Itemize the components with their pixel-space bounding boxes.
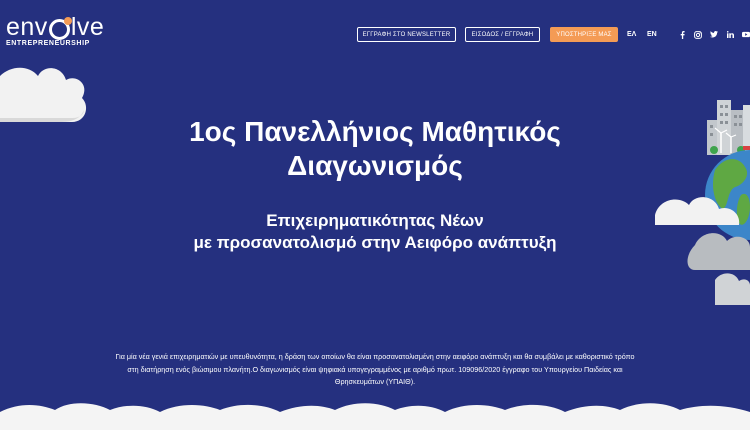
support-us-button[interactable]: ΥΠΟΣΤΗΡΙΞΕ ΜΑΣ — [550, 27, 618, 42]
hero-description: Για μία νέα γενιά επιχειρηματιών με υπευ… — [115, 352, 635, 386]
hero-title-line-1: 1ος Πανελλήνιος Μαθητικός — [189, 116, 561, 147]
login-register-button[interactable]: ΕΙΣΟΔΟΣ / ΕΓΓΡΑΦΗ — [465, 27, 540, 42]
instagram-icon[interactable] — [694, 30, 702, 39]
language-el-link[interactable]: ΕΛ — [627, 27, 636, 42]
hero-subtitle: Επιχειρηματικότητας Νέων με προσανατολισ… — [150, 210, 600, 254]
hero-subtitle-line-1: Επιχειρηματικότητας Νέων — [266, 211, 484, 230]
logo-o-mark — [48, 16, 72, 40]
facebook-icon[interactable] — [678, 30, 686, 39]
hero-title-line-2: Διαγωνισμός — [287, 150, 463, 181]
logo-subtitle: ENTREPRENEURSHIP — [6, 40, 90, 47]
newsletter-signup-button[interactable]: ΕΓΓΡΑΦΗ ΣΤΟ NEWSLETTER — [357, 27, 456, 42]
cloud-left-illustration — [0, 67, 87, 122]
hero-title: 1ος Πανελλήνιος Μαθητικός Διαγωνισμός — [150, 115, 600, 183]
youtube-icon[interactable] — [742, 31, 750, 39]
page: env lve ENTREPRENEURSHIP ΕΓΓΡΑΦΗ ΣΤΟ NEWS… — [0, 0, 750, 430]
twitter-icon[interactable] — [710, 31, 718, 39]
globe-city-illustration — [655, 100, 750, 305]
logo[interactable]: env lve ENTREPRENEURSHIP — [6, 12, 104, 47]
logo-text-start: env — [6, 13, 48, 41]
hero-subtitle-line-2: με προσανατολισμό στην Αειφόρο ανάπτυξη — [193, 233, 557, 252]
social-links — [678, 27, 750, 42]
logo-text-end: lve — [70, 13, 105, 41]
logo-wordmark: env lve — [6, 12, 104, 42]
bottom-cloud-band — [0, 403, 750, 430]
linkedin-icon[interactable] — [726, 31, 734, 39]
language-en-link[interactable]: EN — [647, 27, 657, 42]
